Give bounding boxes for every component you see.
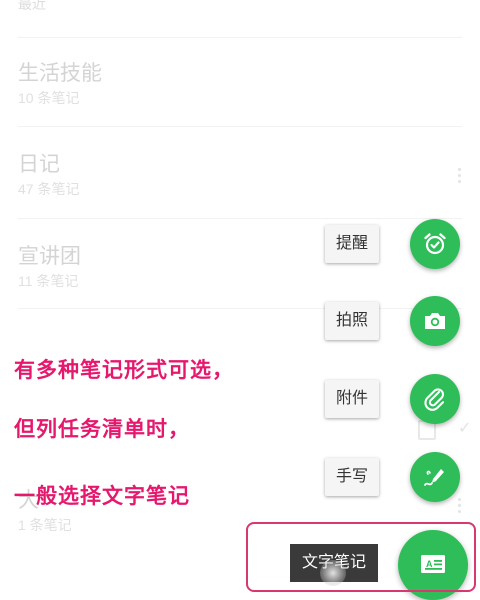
annotation-line-3: 一般选择文字笔记 xyxy=(14,485,190,508)
notebook-title: 宣讲团 xyxy=(18,245,81,268)
notebook-count: 11 条笔记 xyxy=(18,273,79,289)
attachment-button[interactable] xyxy=(410,374,460,424)
pen-icon xyxy=(424,469,444,486)
more-options-icon[interactable] xyxy=(458,498,462,516)
recent-section-header: 最近 xyxy=(18,0,46,12)
annotation-line-2: 但列任务清单时， xyxy=(14,418,190,441)
notebook-count: 47 条笔记 xyxy=(18,181,80,197)
divider xyxy=(18,126,462,127)
divider xyxy=(18,218,462,219)
alarm-clock-icon xyxy=(424,233,446,255)
notebook-title: 生活技能 xyxy=(18,62,102,85)
handwriting-button[interactable] xyxy=(410,452,460,502)
camera-icon xyxy=(425,313,445,329)
annotation-line-1: 有多种笔记形式可选， xyxy=(14,359,234,382)
divider xyxy=(18,308,462,309)
photo-label[interactable]: 拍照 xyxy=(325,302,379,340)
attachment-label[interactable]: 附件 xyxy=(325,380,379,418)
notebook-title: 日记 xyxy=(18,153,60,176)
more-options-icon[interactable] xyxy=(458,168,462,186)
notebook-count: 10 条笔记 xyxy=(18,90,80,106)
check-icon: ✓ xyxy=(458,420,472,437)
divider xyxy=(18,37,462,38)
reminder-button[interactable] xyxy=(410,219,460,269)
handwriting-label[interactable]: 手写 xyxy=(325,458,379,496)
notebook-count: 1 条笔记 xyxy=(18,517,72,533)
reminder-label[interactable]: 提醒 xyxy=(325,225,379,263)
paperclip-icon xyxy=(424,388,445,411)
photo-button[interactable] xyxy=(410,296,460,346)
